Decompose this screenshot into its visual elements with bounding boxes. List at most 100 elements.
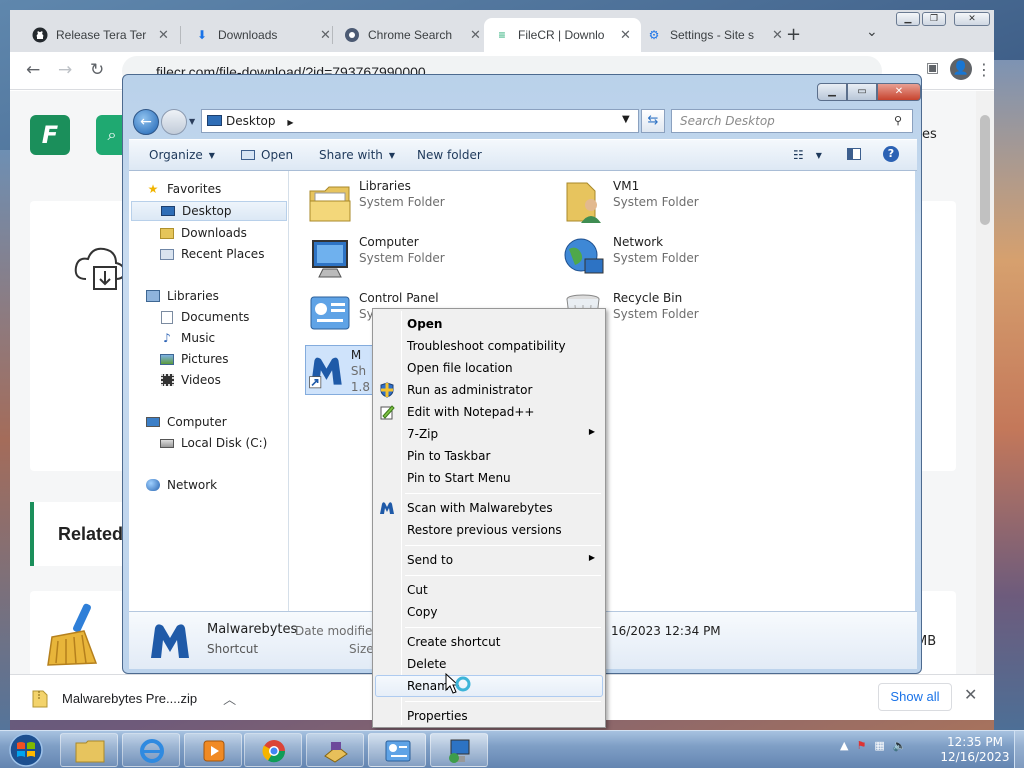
tab-chrome-search[interactable]: Chrome Search ✕: [334, 18, 491, 52]
caret-down-icon: ▼: [815, 150, 822, 160]
menu-item-rename[interactable]: Renam: [375, 675, 603, 697]
tab-search-chevron-icon[interactable]: ⌄: [866, 24, 878, 40]
item-malwarebytes[interactable]: M Sh 1.8: [305, 345, 373, 395]
menu-item-open[interactable]: Open: [375, 313, 603, 335]
search-input[interactable]: Search Desktop ⚲: [671, 109, 913, 133]
item-computer[interactable]: Computer System Folder: [307, 235, 445, 281]
nav-documents[interactable]: Documents: [159, 307, 249, 327]
menu-item-cut[interactable]: Cut: [375, 579, 603, 601]
menu-item-pin-start[interactable]: Pin to Start Menu: [375, 467, 603, 489]
preview-pane-button[interactable]: [847, 148, 861, 160]
profile-avatar-icon[interactable]: 👤: [950, 58, 972, 80]
forward-arrow-icon[interactable]: [161, 109, 187, 135]
show-hidden-icons-icon[interactable]: ▲: [840, 739, 848, 752]
address-bar[interactable]: Desktop ▶ ▼: [201, 109, 639, 133]
nav-computer[interactable]: Computer: [145, 412, 227, 432]
chrome-close-button[interactable]: ✕: [954, 12, 990, 26]
close-icon[interactable]: ✕: [620, 27, 631, 43]
page-scrollbar[interactable]: [976, 91, 994, 674]
new-tab-button[interactable]: +: [786, 24, 801, 45]
menu-item-edit-notepadpp[interactable]: Edit with Notepad++: [375, 401, 603, 423]
chrome-maximize-button[interactable]: ❐: [922, 12, 946, 26]
close-icon[interactable]: ✕: [320, 27, 331, 43]
recent-pages-dropdown-icon[interactable]: ▼: [189, 117, 195, 126]
help-button[interactable]: ?: [883, 146, 899, 162]
filecr-logo[interactable]: F: [30, 115, 70, 155]
more-menu-icon[interactable]: ⋮: [976, 60, 992, 79]
nav-local-disk[interactable]: Local Disk (C:): [159, 433, 267, 453]
tab-tera-term[interactable]: Release Tera Ter ✕: [22, 18, 179, 52]
menu-item-open-file-location[interactable]: Open file location: [375, 357, 603, 379]
address-dropdown-icon[interactable]: ▼: [622, 114, 630, 125]
item-network[interactable]: Network System Folder: [561, 235, 699, 281]
network-status-icon[interactable]: ▦: [874, 739, 884, 752]
menu-item-restore-previous[interactable]: Restore previous versions: [375, 519, 603, 541]
nav-videos[interactable]: Videos: [159, 370, 221, 390]
back-arrow-icon[interactable]: ←: [26, 60, 40, 80]
open-button[interactable]: Open: [241, 148, 293, 162]
menu-item-troubleshoot[interactable]: Troubleshoot compatibility: [375, 335, 603, 357]
nav-favorites[interactable]: ★ Favorites: [145, 179, 222, 199]
menu-item-copy[interactable]: Copy: [375, 601, 603, 623]
maximize-button[interactable]: ▭: [847, 83, 877, 101]
nav-recent-places[interactable]: Recent Places: [159, 244, 264, 264]
share-with-button[interactable]: Share with ▼: [319, 148, 395, 162]
item-size: 1.8: [350, 380, 370, 394]
taskbar-network-setup[interactable]: [430, 733, 488, 767]
show-all-button[interactable]: Show all: [878, 683, 952, 711]
taskbar-media-player[interactable]: [184, 733, 242, 767]
reload-icon[interactable]: ↻: [90, 60, 104, 80]
menu-item-scan-malwarebytes[interactable]: Scan with Malwarebytes: [375, 497, 603, 519]
nav-desktop[interactable]: Desktop: [131, 201, 287, 221]
nav-downloads[interactable]: Downloads: [159, 223, 247, 243]
menu-item-pin-taskbar[interactable]: Pin to Taskbar: [375, 445, 603, 467]
item-type: System Folder: [359, 195, 445, 209]
minimize-button[interactable]: ▁: [817, 83, 847, 101]
show-desktop-button[interactable]: [1014, 731, 1024, 768]
taskbar-explorer[interactable]: [60, 733, 118, 767]
chrome-minimize-button[interactable]: ▁: [896, 12, 920, 26]
download-item[interactable]: Malwarebytes Pre....zip ︿: [32, 689, 236, 708]
taskbar-archive-manager[interactable]: [306, 733, 364, 767]
menu-item-create-shortcut[interactable]: Create shortcut: [375, 631, 603, 653]
tab-filecr[interactable]: ≡ FileCR | Downlo ✕: [484, 18, 641, 52]
breadcrumb-arrow-icon[interactable]: ▶: [287, 118, 293, 127]
organize-button[interactable]: Organize ▼: [149, 148, 215, 162]
menu-item-delete[interactable]: Delete: [375, 653, 603, 675]
close-icon[interactable]: ✕: [964, 685, 977, 704]
menu-separator: [405, 627, 601, 628]
chevron-up-icon[interactable]: ︿: [223, 689, 236, 708]
close-button[interactable]: ✕: [877, 83, 921, 101]
view-options-button[interactable]: ☷ ▼: [793, 148, 822, 162]
forward-arrow-icon[interactable]: →: [58, 60, 72, 80]
nav-pictures[interactable]: Pictures: [159, 349, 229, 369]
taskbar-control-panel[interactable]: [368, 733, 426, 767]
item-vm1[interactable]: VM1 System Folder: [561, 179, 699, 225]
taskbar-internet-explorer[interactable]: [122, 733, 180, 767]
search-icon[interactable]: ⚲: [894, 114, 902, 127]
menu-item-properties[interactable]: Properties: [375, 705, 603, 727]
close-icon[interactable]: ✕: [772, 27, 783, 43]
menu-item-run-as-admin[interactable]: Run as administrator: [375, 379, 603, 401]
taskbar-chrome[interactable]: [244, 733, 302, 767]
close-icon[interactable]: ✕: [158, 27, 169, 43]
item-libraries[interactable]: Libraries System Folder: [307, 179, 445, 225]
refresh-icon[interactable]: ⇆: [641, 109, 665, 133]
zip-file-icon: [32, 690, 48, 707]
start-button[interactable]: [4, 732, 48, 768]
menu-item-7zip[interactable]: 7-Zip ▶: [375, 423, 603, 445]
nav-network[interactable]: Network: [145, 475, 217, 495]
new-folder-button[interactable]: New folder: [417, 148, 482, 162]
nav-music[interactable]: ♪ Music: [159, 328, 215, 348]
tab-downloads[interactable]: ⬇ Downloads ✕: [184, 18, 341, 52]
close-icon[interactable]: ✕: [470, 27, 481, 43]
back-arrow-icon[interactable]: ←: [133, 109, 159, 135]
menu-item-send-to[interactable]: Send to ▶: [375, 549, 603, 571]
tab-settings[interactable]: ⚙ Settings - Site s ✕: [636, 18, 793, 52]
extension-icon[interactable]: ▣: [926, 60, 939, 76]
nav-libraries[interactable]: Libraries: [145, 286, 219, 306]
system-clock[interactable]: 12:35 PM 12/16/2023: [940, 735, 1010, 765]
volume-icon[interactable]: 🔈: [893, 739, 907, 752]
scrollbar-thumb[interactable]: [980, 115, 990, 225]
action-center-flag-icon[interactable]: ⚑: [856, 739, 866, 752]
